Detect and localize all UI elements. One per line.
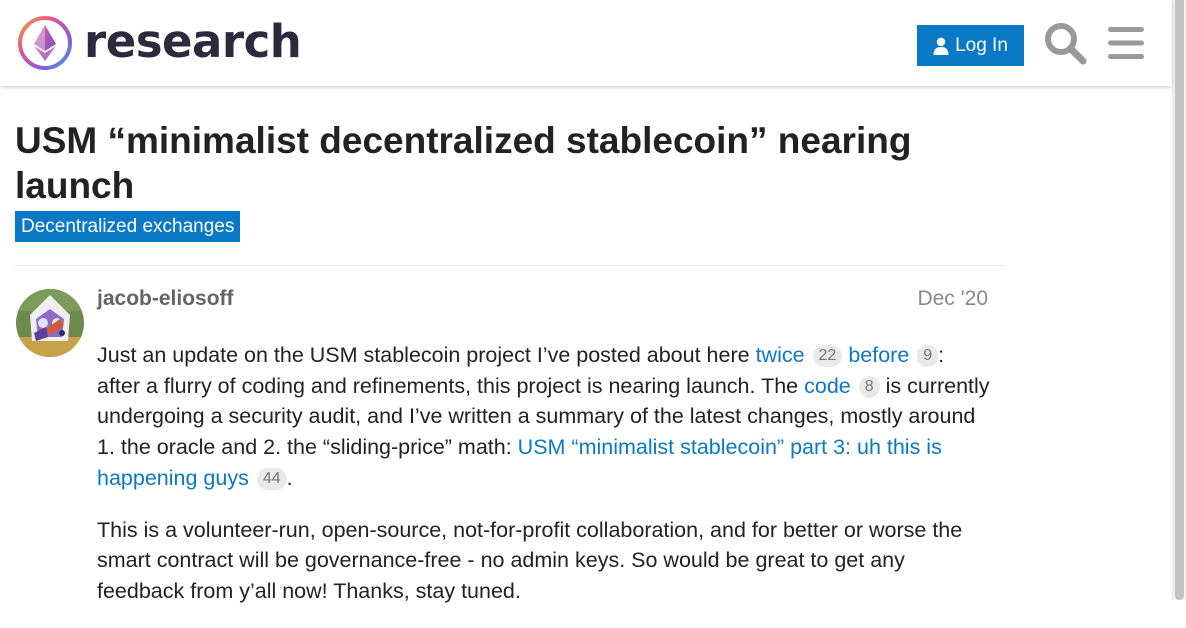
page-scrollbar[interactable] xyxy=(1172,0,1186,600)
post-body: Just an update on the USM stablecoin pro… xyxy=(97,340,990,628)
search-icon[interactable] xyxy=(1043,21,1087,65)
ethereum-logo-icon[interactable] xyxy=(16,14,74,72)
site-brand-name[interactable]: research xyxy=(84,14,302,70)
link-click-count: 8 xyxy=(858,375,880,398)
site-header: research Log In xyxy=(0,0,1172,86)
post-paragraph-1: Just an update on the USM stablecoin pro… xyxy=(97,340,990,494)
post-text: . xyxy=(286,465,293,490)
title-divider xyxy=(15,265,1005,266)
post-author-username[interactable]: jacob-eliosoff xyxy=(97,285,234,313)
category-badge[interactable]: Decentralized exchanges xyxy=(15,211,241,242)
avatar-image xyxy=(16,289,84,357)
post-text: Just an update on the USM stablecoin pro… xyxy=(97,343,756,367)
link-code[interactable]: code xyxy=(804,374,851,398)
log-in-label: Log In xyxy=(955,34,1008,56)
link-before[interactable]: before xyxy=(848,343,909,367)
post-paragraph-2: This is a volunteer-run, open-source, no… xyxy=(97,517,963,603)
user-icon xyxy=(933,37,949,55)
link-twice[interactable]: twice xyxy=(756,343,805,367)
link-click-count: 44 xyxy=(256,467,287,490)
hamburger-menu-icon[interactable] xyxy=(1106,25,1146,61)
post-date[interactable]: Dec '20 xyxy=(917,285,988,313)
avatar[interactable] xyxy=(16,289,84,357)
link-click-count: 22 xyxy=(812,345,843,367)
log-in-button[interactable]: Log In xyxy=(917,25,1024,66)
scrollbar-thumb[interactable] xyxy=(1175,0,1184,600)
topic-title[interactable]: USM “minimalist decentralized stablecoin… xyxy=(15,118,1005,208)
link-click-count: 9 xyxy=(917,345,939,367)
